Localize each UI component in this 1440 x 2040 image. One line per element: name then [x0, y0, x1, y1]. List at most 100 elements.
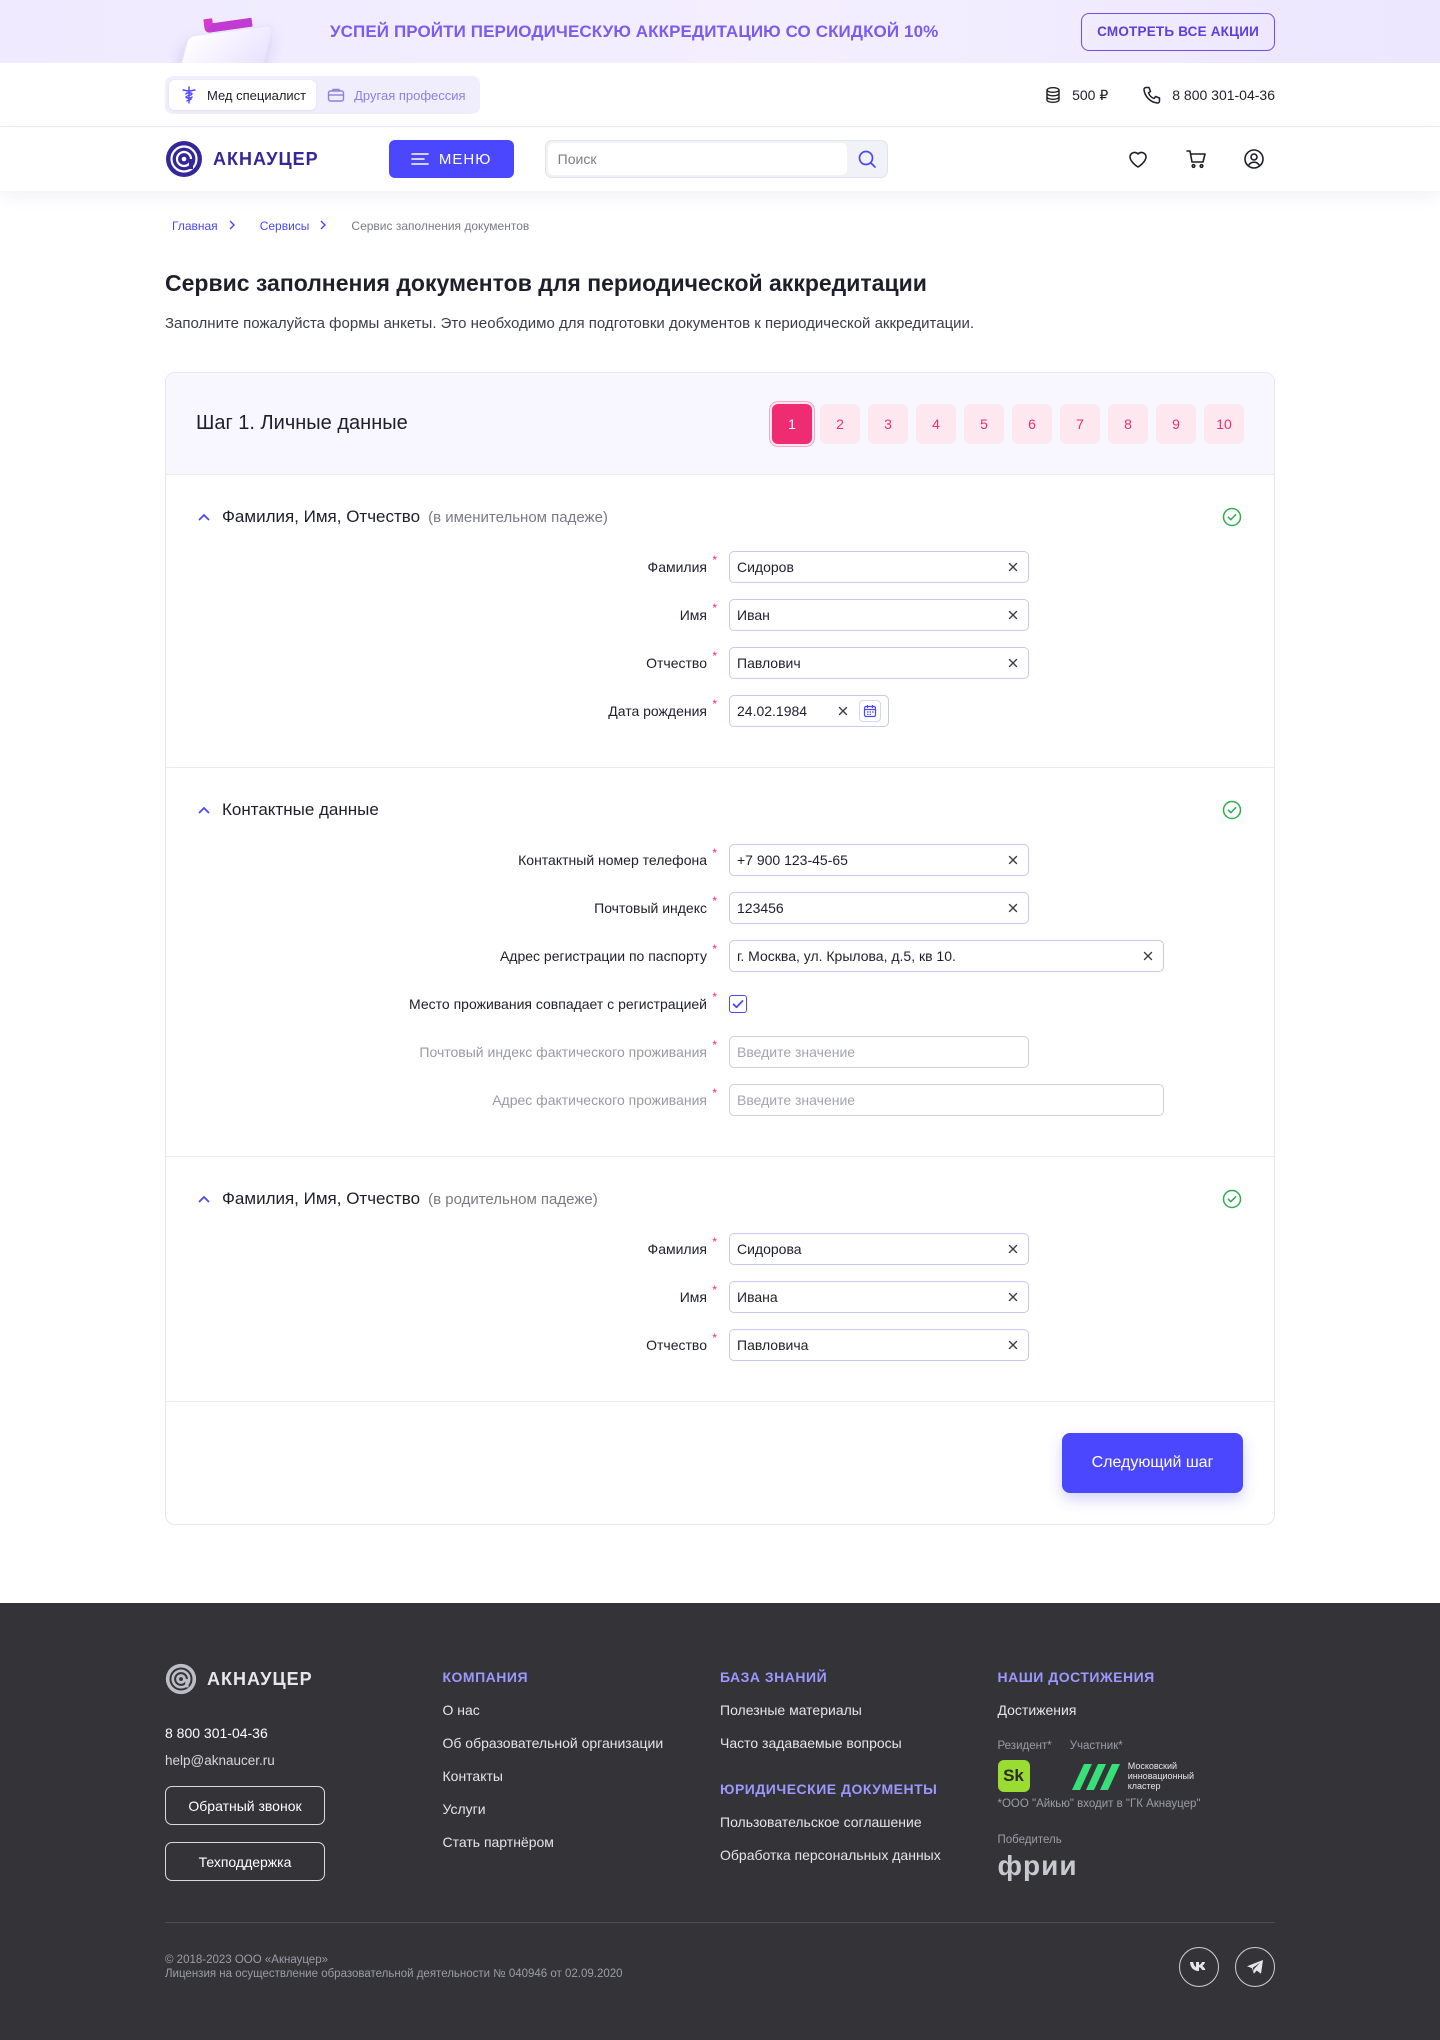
section-header[interactable]: Контактные данные — [196, 798, 1244, 822]
footer-logo[interactable]: АКНАУЦЕР — [165, 1663, 443, 1695]
form-row: Адрес регистрации по паспорту * — [196, 932, 1244, 980]
clear-icon[interactable] — [1140, 948, 1156, 964]
site-logo[interactable]: АКНАУЦЕР — [165, 140, 319, 178]
menu-button[interactable]: МЕНЮ — [388, 140, 514, 178]
telegram-link[interactable] — [1235, 1947, 1275, 1987]
last-name-input[interactable] — [737, 559, 1005, 575]
cart-icon[interactable] — [1185, 148, 1207, 170]
step-4[interactable]: 4 — [916, 403, 956, 444]
actual-postal-code-input[interactable] — [737, 1044, 1021, 1060]
phone-icon — [1143, 86, 1161, 104]
phone-number: 8 800 301-04-36 — [1172, 87, 1275, 103]
footer-link-partner[interactable]: Стать партнёром — [443, 1834, 721, 1850]
form-row: Фамилия * — [196, 1225, 1244, 1273]
favorites-heart-icon[interactable] — [1127, 149, 1149, 169]
footer-link-faq[interactable]: Часто задаваемые вопросы — [720, 1735, 998, 1751]
step-2[interactable]: 2 — [820, 403, 860, 444]
clear-icon[interactable] — [1005, 1241, 1021, 1257]
breadcrumb-services[interactable]: Сервисы — [260, 219, 310, 233]
profession-other[interactable]: Другая профессия — [316, 80, 475, 110]
check-circle-icon — [1222, 800, 1242, 820]
step-3[interactable]: 3 — [868, 403, 908, 444]
calendar-icon[interactable] — [859, 700, 881, 722]
field-label: Почтовый индекс фактического проживания * — [419, 1038, 717, 1060]
vk-link[interactable] — [1179, 1947, 1219, 1987]
promo-text: Успей пройти периодическую аккредитацию … — [330, 21, 939, 41]
section-header[interactable]: Фамилия, Имя, Отчество (в именительном п… — [196, 505, 1244, 529]
clear-icon[interactable] — [1005, 1337, 1021, 1353]
footer-email[interactable]: help@aknaucer.ru — [165, 1753, 443, 1768]
search-input[interactable] — [547, 143, 847, 175]
first-name-genitive-input[interactable] — [737, 1289, 1005, 1305]
breadcrumb-home[interactable]: Главная — [172, 219, 218, 233]
clear-icon[interactable] — [1005, 607, 1021, 623]
step-6[interactable]: 6 — [1012, 403, 1052, 444]
footer-link-education-org[interactable]: Об образовательной организации — [443, 1735, 721, 1751]
registration-address-input[interactable] — [737, 948, 1140, 964]
chevron-right-icon — [319, 219, 327, 233]
footer-link-about[interactable]: О нас — [443, 1702, 721, 1718]
view-all-promos-button[interactable]: СМОТРЕТЬ ВСЕ АКЦИИ — [1081, 12, 1275, 51]
first-name-input[interactable] — [737, 607, 1005, 623]
footer-heading-knowledge: БАЗА ЗНАНИЙ — [720, 1669, 828, 1685]
form-card-footer: Следующий шаг — [166, 1402, 1274, 1524]
clear-icon[interactable] — [1005, 1289, 1021, 1305]
footer-phone[interactable]: 8 800 301-04-36 — [165, 1725, 443, 1741]
actual-address-input[interactable] — [737, 1092, 1156, 1108]
chevron-up-icon[interactable] — [196, 509, 212, 525]
patronymic-genitive-field — [729, 1329, 1029, 1361]
field-label: Имя * — [679, 601, 717, 623]
field-label: Отчество * — [646, 1331, 717, 1353]
section-header[interactable]: Фамилия, Имя, Отчество (в родительном па… — [196, 1187, 1244, 1211]
birth-date-input[interactable] — [737, 703, 835, 719]
clear-icon[interactable] — [1005, 900, 1021, 916]
field-label: Фамилия * — [647, 553, 717, 575]
support-button[interactable]: Техподдержка — [165, 1842, 325, 1881]
footer-link-services[interactable]: Услуги — [443, 1801, 721, 1817]
next-step-button[interactable]: Следующий шаг — [1062, 1433, 1243, 1493]
search-button[interactable] — [847, 141, 887, 177]
footer-link-achievements[interactable]: Достижения — [998, 1702, 1276, 1718]
phone-link[interactable]: 8 800 301-04-36 — [1142, 85, 1275, 105]
footer-logo-text: АКНАУЦЕР — [207, 1668, 313, 1689]
clear-icon[interactable] — [1005, 559, 1021, 575]
footer-achievements: НАШИ ДОСТИЖЕНИЯ Достижения Резидент* Sk … — [997, 1663, 1276, 1882]
step-5[interactable]: 5 — [964, 403, 1004, 444]
required-mark: * — [712, 1038, 717, 1052]
clear-icon[interactable] — [1005, 852, 1021, 868]
page-description: Заполните пожалуйста формы анкеты. Это н… — [165, 315, 975, 332]
user-profile-icon[interactable] — [1243, 148, 1265, 170]
step-10[interactable]: 10 — [1204, 403, 1244, 444]
footer-contacts: АКНАУЦЕР 8 800 301-04-36 help@aknaucer.r… — [165, 1663, 443, 1882]
same-address-checkbox[interactable] — [729, 995, 747, 1013]
footer-link-contacts[interactable]: Контакты — [443, 1768, 721, 1784]
field-label: Адрес фактического проживания * — [492, 1086, 717, 1108]
patronymic-genitive-input[interactable] — [737, 1337, 1005, 1353]
form-row: Почтовый индекс фактического проживания * — [196, 1028, 1244, 1076]
chevron-up-icon[interactable] — [196, 1191, 212, 1207]
step-1[interactable]: 1 — [772, 403, 812, 444]
footer-link-user-agreement[interactable]: Пользовательское соглашение — [720, 1814, 998, 1830]
postal-code-input[interactable] — [737, 900, 1005, 916]
step-7[interactable]: 7 — [1060, 403, 1100, 444]
required-mark: * — [712, 553, 717, 567]
patronymic-input[interactable] — [737, 655, 1005, 671]
vk-icon — [1190, 1962, 1206, 1971]
footer-link-materials[interactable]: Полезные материалы — [720, 1702, 998, 1718]
clear-icon[interactable] — [1005, 655, 1021, 671]
callback-button[interactable]: Обратный звонок — [165, 1786, 325, 1825]
balance[interactable]: 500 ₽ — [1044, 86, 1108, 104]
chevron-up-icon[interactable] — [196, 802, 212, 818]
balance-value: 500 ₽ — [1072, 86, 1109, 103]
last-name-genitive-input[interactable] — [737, 1241, 1005, 1257]
moscow-cluster-logo: Московский инновационный кластер — [1070, 1760, 1208, 1792]
field-label: Место проживания совпадает с регистрацие… — [409, 990, 717, 1012]
footer-link-personal-data[interactable]: Обработка персональных данных — [720, 1847, 998, 1863]
clear-icon[interactable] — [835, 703, 851, 719]
step-9[interactable]: 9 — [1156, 403, 1196, 444]
first-name-genitive-field — [729, 1281, 1029, 1313]
hamburger-icon — [411, 153, 429, 165]
phone-input[interactable] — [737, 852, 1005, 868]
step-8[interactable]: 8 — [1108, 403, 1148, 444]
profession-medical[interactable]: Мед специалист — [169, 80, 317, 110]
